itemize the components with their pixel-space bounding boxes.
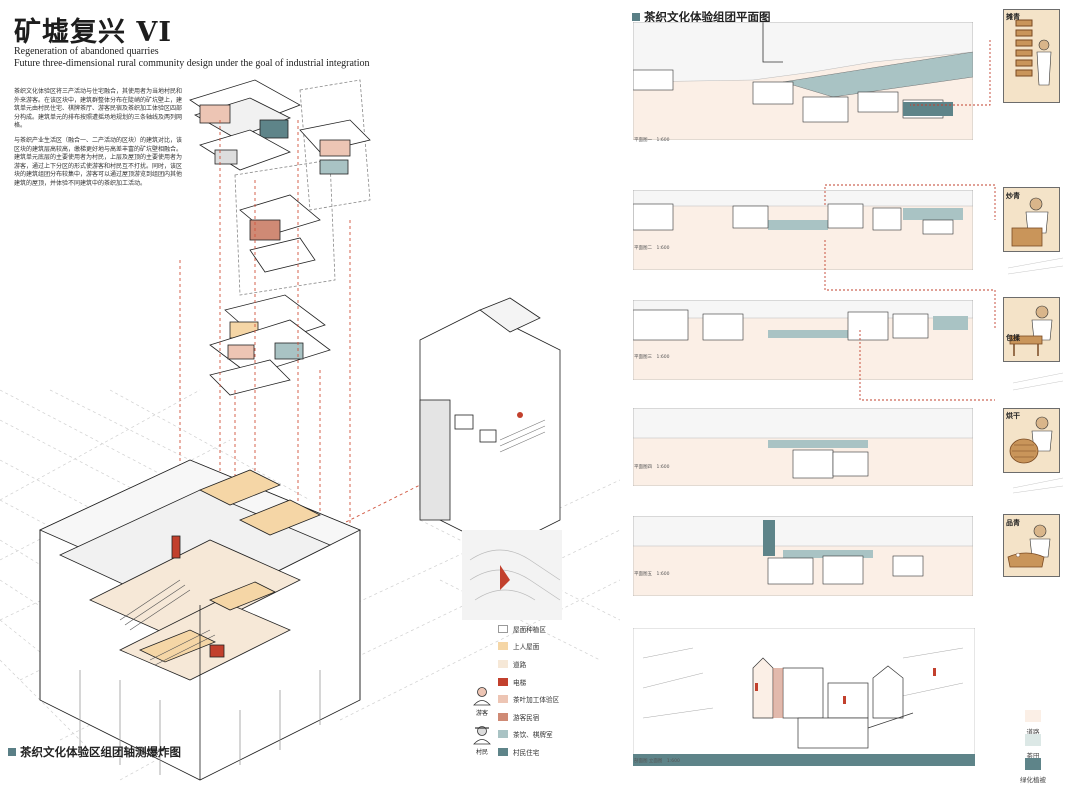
right-legend-label: 绿化植被 xyxy=(1020,776,1046,784)
left-section-title: 茶织文化体验区组团轴测爆炸图 xyxy=(8,744,181,760)
exploded-layers xyxy=(189,79,371,396)
tea-spreading-illustration xyxy=(1004,10,1059,102)
section-label: 剖面图 立面图 1:600 xyxy=(634,759,680,764)
legend-item: 屋面种植区 xyxy=(498,620,608,638)
villager-icon xyxy=(473,726,491,745)
section-inset xyxy=(419,297,561,551)
legend-item: 茶叶加工体验区 xyxy=(498,690,608,708)
plan-label-2: 平面图二 1:600 xyxy=(634,246,670,251)
legend-item: 道路 xyxy=(498,655,608,673)
legend: 屋面种植区 上人屋面 道路 电梯 茶叶加工体验区 游客民宿 茶饮、棋牌室 村民住… xyxy=(498,620,608,761)
legend-swatch xyxy=(498,659,508,668)
photo-connectors xyxy=(824,40,996,401)
right-legend-item: 道路 xyxy=(1003,710,1063,736)
legend-item: 村民住宅 xyxy=(498,743,608,761)
legend-swatch xyxy=(498,747,508,756)
section-marker-icon xyxy=(8,748,16,756)
photo-tanqing xyxy=(1003,9,1060,103)
tourist-label: 游客 xyxy=(475,710,488,717)
photo-label-1: 摊青 xyxy=(1006,13,1020,21)
right-legend: 道路 茶田 绿化植被 xyxy=(1003,710,1073,784)
section-elevation xyxy=(633,628,975,766)
plan-label-3: 平面图三 1:600 xyxy=(634,355,670,360)
floor-plan-5 xyxy=(633,516,973,596)
legend-label: 游客民宿 xyxy=(513,713,540,722)
right-legend-item: 绿化植被 xyxy=(1003,758,1063,784)
plan-label-1: 平面图一 1:600 xyxy=(634,138,670,143)
legend-item: 茶饮、棋牌室 xyxy=(498,726,608,744)
legend-label: 茶饮、棋牌室 xyxy=(513,731,553,740)
legend-label: 屋面种植区 xyxy=(513,625,546,634)
legend-label: 上人屋面 xyxy=(513,643,540,652)
legend-swatch xyxy=(498,642,508,651)
legend-swatch xyxy=(498,677,508,686)
floor-plan-4 xyxy=(633,408,973,486)
main-building-mass xyxy=(39,459,361,781)
photo-side-sketches xyxy=(1007,257,1064,494)
right-legend-swatch xyxy=(1025,710,1041,722)
page-title: 矿墟复兴 VI xyxy=(14,17,172,48)
legend-swatch xyxy=(498,730,508,739)
section-marker-icon xyxy=(632,13,640,21)
plan-label-5: 平面图五 1:600 xyxy=(634,572,670,577)
tourist-icon xyxy=(473,687,491,706)
legend-swatch xyxy=(498,695,508,704)
left-section-title-text: 茶织文化体验区组团轴测爆炸图 xyxy=(20,745,181,759)
legend-swatch xyxy=(498,712,508,721)
legend-item: 上人屋面 xyxy=(498,638,608,656)
right-legend-swatch xyxy=(1025,734,1041,746)
subtitle-line-1: Regeneration of abandoned quarries xyxy=(14,46,159,57)
legend-item: 电梯 xyxy=(498,673,608,691)
right-legend-item: 茶田 xyxy=(1003,734,1063,760)
legend-label: 电梯 xyxy=(513,678,527,687)
legend-item: 游客民宿 xyxy=(498,708,608,726)
legend-label: 村民住宅 xyxy=(513,748,540,757)
legend-swatch xyxy=(498,624,508,633)
site-minimap xyxy=(462,530,562,620)
user-types: 游客 村民 xyxy=(471,686,493,756)
plan-label-4: 平面图四 1:600 xyxy=(634,465,670,470)
right-legend-swatch xyxy=(1025,758,1041,770)
legend-label: 道路 xyxy=(513,660,527,669)
villager-label: 村民 xyxy=(475,749,488,756)
legend-label: 茶叶加工体验区 xyxy=(513,696,560,705)
